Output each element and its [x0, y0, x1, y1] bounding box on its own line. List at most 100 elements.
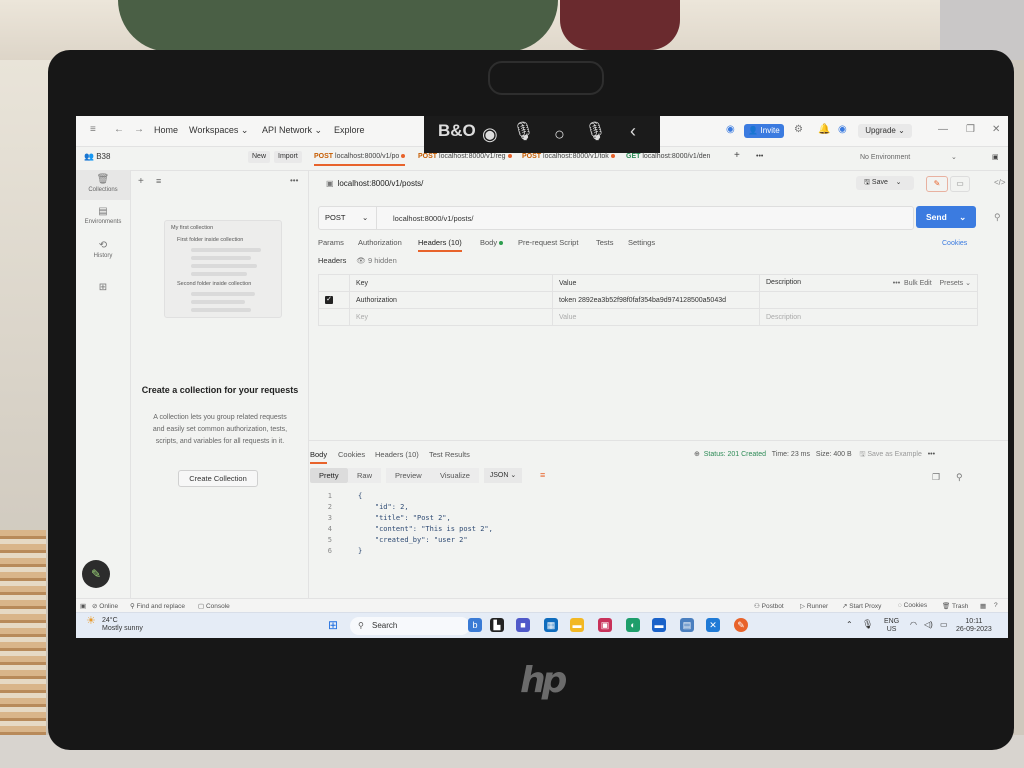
- url-input[interactable]: localhost:8000/v1/posts/: [393, 214, 473, 223]
- new-description-input[interactable]: Description: [759, 308, 978, 326]
- response-tab-test-results[interactable]: Test Results: [429, 450, 470, 459]
- response-body[interactable]: 1 { 2 "id": 2, 3 "title": "Post 2", 4 "c…: [308, 488, 978, 558]
- maximize-icon[interactable]: ❐: [966, 124, 975, 135]
- weather-widget[interactable]: ☀ 24°C Mostly sunny: [86, 616, 143, 633]
- postbot[interactable]: ⚇ Postbot: [754, 602, 784, 610]
- tray-overflow-icon[interactable]: ⌃: [846, 621, 853, 629]
- header-value-cell[interactable]: token 2892ea3b52f98f0faf354ba9d974128500…: [552, 291, 760, 309]
- wifi-icon[interactable]: ◠: [910, 621, 917, 629]
- more-options-icon[interactable]: •••: [928, 451, 935, 458]
- online-status[interactable]: ⊘ Online: [92, 602, 118, 610]
- environment-quick-look-icon[interactable]: ▣: [992, 153, 999, 161]
- microphone-icon[interactable]: 🎙: [512, 121, 535, 142]
- save-button[interactable]: 🖫 Save ⌄: [856, 176, 914, 190]
- store-icon[interactable]: ▦: [544, 618, 558, 632]
- format-pretty[interactable]: Pretty: [310, 468, 348, 483]
- podcast-icon[interactable]: 🎙: [584, 121, 607, 142]
- clock[interactable]: 10:11 26-09-2023: [956, 618, 992, 634]
- taskbar-search[interactable]: ⚲ Search: [350, 617, 470, 635]
- sidebar-item-environments[interactable]: ▤ Environments: [76, 206, 130, 225]
- sidebar-item-apps[interactable]: ⊞: [76, 282, 130, 295]
- menu-icon[interactable]: ≡: [90, 124, 96, 135]
- nav-home[interactable]: Home: [154, 125, 178, 135]
- nav-explore[interactable]: Explore: [334, 125, 365, 135]
- language-select[interactable]: JSON ⌄: [484, 468, 522, 483]
- tab-headers[interactable]: Headers (10): [418, 238, 462, 252]
- forward-icon[interactable]: →: [134, 124, 144, 135]
- new-button[interactable]: New: [248, 151, 271, 163]
- add-collection-icon[interactable]: +: [138, 176, 144, 187]
- info-icon[interactable]: ⚲: [994, 212, 1001, 223]
- search-icon[interactable]: ⚲: [956, 472, 963, 483]
- sidebar-item-collections[interactable]: 🗑 Collections: [76, 170, 130, 200]
- presets-dropdown[interactable]: Presets ⌄: [939, 280, 971, 287]
- zoom-icon[interactable]: ▬: [652, 618, 666, 632]
- header-key-cell[interactable]: Authorization: [349, 291, 553, 309]
- tab-request-1[interactable]: POST localhost:8000/v1/po: [314, 153, 406, 166]
- tab-authorization[interactable]: Authorization: [358, 238, 402, 247]
- avatar[interactable]: ◉: [838, 124, 847, 135]
- save-as-example-button[interactable]: 🖫 Save as Example: [859, 451, 921, 458]
- console[interactable]: ▢ Console: [198, 602, 230, 610]
- bulk-edit-link[interactable]: ••• Bulk Edit: [893, 280, 932, 287]
- new-value-input[interactable]: Value: [552, 308, 760, 326]
- nav-api-network[interactable]: API Network ⌄: [262, 125, 322, 136]
- workspace-name[interactable]: 👥 B38: [84, 152, 110, 161]
- filter-icon[interactable]: ≡: [156, 176, 161, 186]
- create-collection-button[interactable]: Create Collection: [178, 470, 258, 487]
- record-icon[interactable]: ◉: [482, 124, 498, 145]
- task-view-icon[interactable]: ▙: [490, 618, 504, 632]
- sidebar-item-history[interactable]: ⟲ History: [76, 240, 130, 259]
- method-select[interactable]: POST ⌄: [319, 207, 377, 229]
- tab-request-2[interactable]: POST localhost:8000/v1/reg: [418, 153, 512, 160]
- layout-icon[interactable]: ▦: [980, 602, 986, 610]
- send-button[interactable]: Send ⌄: [916, 206, 976, 228]
- tab-request-4[interactable]: GET localhost:8000/v1/den: [626, 153, 710, 160]
- response-tab-headers[interactable]: Headers (10): [375, 450, 419, 459]
- battery-icon[interactable]: ▭: [940, 621, 948, 629]
- teams-icon[interactable]: ■: [516, 618, 530, 632]
- more-tabs-icon[interactable]: •••: [756, 153, 763, 160]
- hidden-headers-toggle[interactable]: 👁 9 hidden: [356, 256, 396, 265]
- code-icon[interactable]: </>: [994, 178, 1006, 187]
- start-proxy[interactable]: ↗ Start Proxy: [842, 602, 881, 610]
- tab-params[interactable]: Params: [318, 238, 344, 247]
- response-divider[interactable]: [308, 440, 1008, 441]
- edge-icon[interactable]: ◐: [626, 618, 640, 632]
- toggle-sidebar-icon[interactable]: ▣: [80, 602, 86, 610]
- comments-icon[interactable]: ▭: [950, 176, 970, 192]
- copy-icon[interactable]: ❐: [932, 472, 940, 483]
- tab-settings[interactable]: Settings: [628, 238, 655, 247]
- file-explorer-icon[interactable]: ▬: [570, 618, 584, 632]
- app-icon[interactable]: ▣: [598, 618, 612, 632]
- minimize-icon[interactable]: —: [938, 124, 948, 135]
- notifications-icon[interactable]: 🔔: [818, 124, 830, 135]
- vscode-icon[interactable]: ✕: [706, 618, 720, 632]
- postman-icon[interactable]: ✎: [734, 618, 748, 632]
- close-icon[interactable]: ✕: [992, 124, 1000, 135]
- response-tab-cookies[interactable]: Cookies: [338, 450, 365, 459]
- import-button[interactable]: Import: [274, 151, 302, 163]
- microphone-tray-icon[interactable]: 🎙: [862, 620, 873, 629]
- environment-select[interactable]: No Environment ⌄: [860, 153, 957, 161]
- wrap-lines-icon[interactable]: ≡: [540, 470, 545, 480]
- notepad-icon[interactable]: ▤: [680, 618, 694, 632]
- nav-workspaces[interactable]: Workspaces ⌄: [189, 125, 248, 136]
- cookies-link[interactable]: Cookies: [942, 240, 967, 247]
- bing-icon[interactable]: b: [468, 618, 482, 632]
- back-icon[interactable]: ←: [114, 124, 124, 135]
- tab-request-3[interactable]: POST localhost:8000/v1/tok: [522, 153, 615, 160]
- windows-start-icon[interactable]: ⊞: [328, 619, 341, 632]
- language-indicator[interactable]: ENG US: [884, 618, 899, 634]
- volume-icon[interactable]: ◁): [924, 621, 933, 629]
- enabled-checkbox[interactable]: ✓: [325, 296, 333, 304]
- back-arrow-icon[interactable]: ‹: [630, 121, 636, 142]
- runner[interactable]: ▷ Runner: [800, 602, 828, 610]
- format-preview[interactable]: Preview: [386, 468, 431, 483]
- settings-icon[interactable]: ⚙: [794, 124, 803, 135]
- trash[interactable]: 🗑 Trash: [942, 602, 968, 610]
- more-options-icon[interactable]: •••: [290, 176, 298, 185]
- find-replace[interactable]: ⚲ Find and replace: [130, 602, 185, 610]
- format-raw[interactable]: Raw: [348, 468, 382, 483]
- tab-tests[interactable]: Tests: [596, 238, 614, 247]
